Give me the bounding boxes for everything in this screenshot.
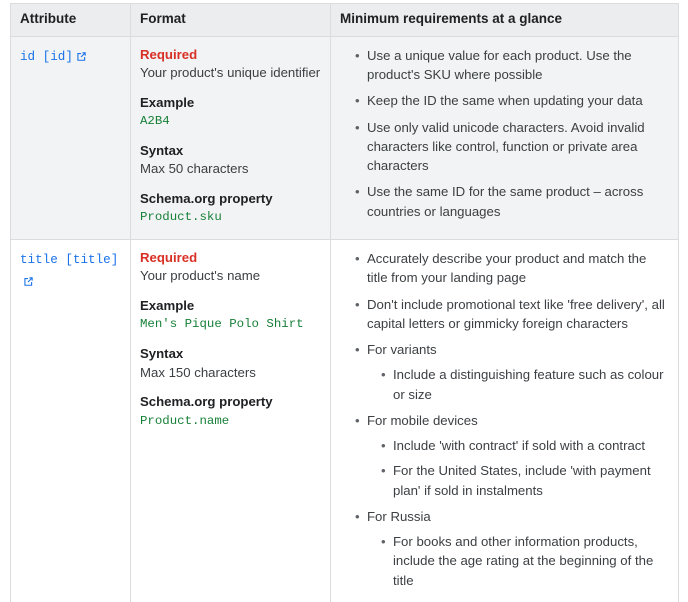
bullet-icon: • (355, 184, 360, 200)
bullet-icon: • (381, 463, 386, 479)
schema-org-property-label: Schema.org property (140, 394, 273, 410)
column-header-format: Format (130, 3, 331, 37)
requirement-item: • For mobile devices • Include 'with contra… (355, 411, 669, 500)
requirement-text: Don't include promotional text like 'fre… (367, 296, 665, 331)
requirement-text: Keep the ID the same when updating your … (367, 93, 643, 109)
format-requirement-block: Required Your product's unique identifier (140, 46, 321, 83)
requirement-item: • Keep the ID the same when updating your… (355, 91, 669, 110)
attribute-cell: title [title] (10, 239, 131, 602)
requirement-text: Use only valid unicode characters. Avoid… (367, 119, 645, 174)
bullet-icon: • (381, 367, 386, 383)
format-syntax-block: Syntax Max 150 characters (140, 345, 321, 382)
table-header: Attribute Format Minimum requirements at… (10, 3, 679, 37)
example-value: Men's Pique Polo Shirt (140, 317, 304, 332)
format-description: Your product's unique identifier (140, 65, 321, 81)
requirement-item: • For variants • Include a distinguishing f… (355, 340, 669, 404)
syntax-value: Max 150 characters (140, 364, 256, 380)
requirement-sub-item: • For the United States, include 'with pa… (381, 461, 669, 500)
requirement-sub-item: • For books and other information product… (381, 532, 669, 590)
syntax-value: Max 50 characters (140, 161, 249, 177)
table-body: id [id] Required Your product's unique ide… (10, 35, 679, 602)
bullet-icon: • (381, 438, 386, 454)
example-label: Example (140, 94, 195, 110)
bullet-icon: • (355, 296, 360, 312)
bullet-icon: • (355, 508, 360, 524)
table-header-row: Attribute Format Minimum requirements at… (10, 3, 679, 37)
attribute-name-link[interactable]: id [id] (20, 50, 87, 64)
bullet-icon: • (381, 534, 386, 550)
requirement-text: Use a unique value for each product. Use… (367, 47, 632, 83)
format-cell: Required Your product's unique identifier… (130, 35, 331, 241)
required-label: Required (140, 46, 198, 62)
minimum-requirements-cell: • Accurately describe your product and ma… (330, 239, 679, 602)
requirement-item: • For Russia • For books and other informat… (355, 507, 669, 590)
requirement-item: • Use the same ID for the same product – … (355, 182, 669, 221)
format-syntax-block: Syntax Max 50 characters (140, 142, 321, 179)
requirement-text: For variants (367, 342, 437, 358)
format-requirement-block: Required Your product's name (140, 249, 321, 286)
bullet-icon: • (355, 47, 360, 63)
requirement-sub-text: Include a distinguishing feature such as… (393, 367, 664, 402)
syntax-label: Syntax (140, 142, 184, 158)
external-link-icon[interactable] (76, 51, 87, 62)
minimum-requirements-cell: • Use a unique value for each product. Us… (330, 35, 679, 241)
requirement-text: Use the same ID for the same product – a… (367, 184, 644, 219)
format-cell: Required Your product's name Example Men's … (130, 239, 331, 602)
requirement-text: For Russia (367, 508, 431, 524)
table-row: title [title] Required Your product's name… (10, 239, 679, 602)
attribute-specification-table: Attribute Format Minimum requirements at… (10, 3, 679, 602)
required-label: Required (140, 250, 198, 265)
requirement-sub-text: For the United States, include 'with pay… (393, 463, 651, 498)
requirement-sub-list: • For books and other information product… (367, 532, 669, 590)
requirement-sub-item: • Include 'with contract' if sold with a … (381, 436, 669, 455)
requirement-item: • Don't include promotional text like 'fr… (355, 295, 669, 334)
requirement-item: • Use a unique value for each product. Us… (355, 46, 669, 85)
requirement-sub-text: For books and other information products… (393, 534, 654, 588)
requirement-sub-list: • Include 'with contract' if sold with a … (367, 436, 669, 500)
attribute-name-text: title [title] (20, 253, 119, 267)
requirement-item: • Accurately describe your product and ma… (355, 249, 669, 288)
example-label: Example (140, 297, 195, 313)
format-schema-org-property-block: Schema.org property Product.sku (140, 190, 321, 227)
schema-org-property-value: Product.name (140, 413, 230, 428)
attribute-specification-table-container: Attribute Format Minimum requirements at… (0, 0, 688, 602)
bullet-icon: • (355, 412, 360, 428)
syntax-label: Syntax (140, 346, 184, 362)
external-link-icon[interactable] (23, 276, 34, 287)
requirements-list: • Use a unique value for each product. Us… (340, 46, 669, 221)
requirement-sub-list: • Include a distinguishing feature such a… (367, 365, 669, 404)
requirements-list: • Accurately describe your product and ma… (340, 249, 669, 590)
requirement-sub-text: Include 'with contract' if sold with a c… (393, 438, 646, 454)
format-schema-org-property-block: Schema.org property Product.name (140, 393, 321, 430)
format-example-block: Example Men's Pique Polo Shirt (140, 297, 321, 334)
bullet-icon: • (355, 342, 360, 358)
bullet-icon: • (355, 251, 360, 266)
bullet-icon: • (355, 93, 360, 109)
format-example-block: Example A2B4 (140, 94, 321, 131)
requirement-text: For mobile devices (367, 412, 478, 428)
attribute-cell: id [id] (10, 35, 131, 241)
requirement-sub-item: • Include a distinguishing feature such a… (381, 365, 669, 404)
example-value: A2B4 (140, 114, 170, 129)
column-header-minimum-requirements: Minimum requirements at a glance (330, 3, 679, 37)
format-description: Your product's name (140, 268, 261, 284)
bullet-icon: • (355, 119, 360, 135)
attribute-name-text: id [id] (20, 49, 73, 64)
schema-org-property-label: Schema.org property (140, 190, 273, 206)
requirement-text: Accurately describe your product and mat… (367, 251, 647, 286)
column-header-attribute: Attribute (10, 3, 131, 37)
requirement-item: • Use only valid unicode characters. Avoi… (355, 118, 669, 176)
attribute-name-link[interactable]: title [title] (20, 253, 118, 289)
schema-org-property-value: Product.sku (140, 210, 222, 225)
table-row: id [id] Required Your product's unique ide… (10, 35, 679, 241)
